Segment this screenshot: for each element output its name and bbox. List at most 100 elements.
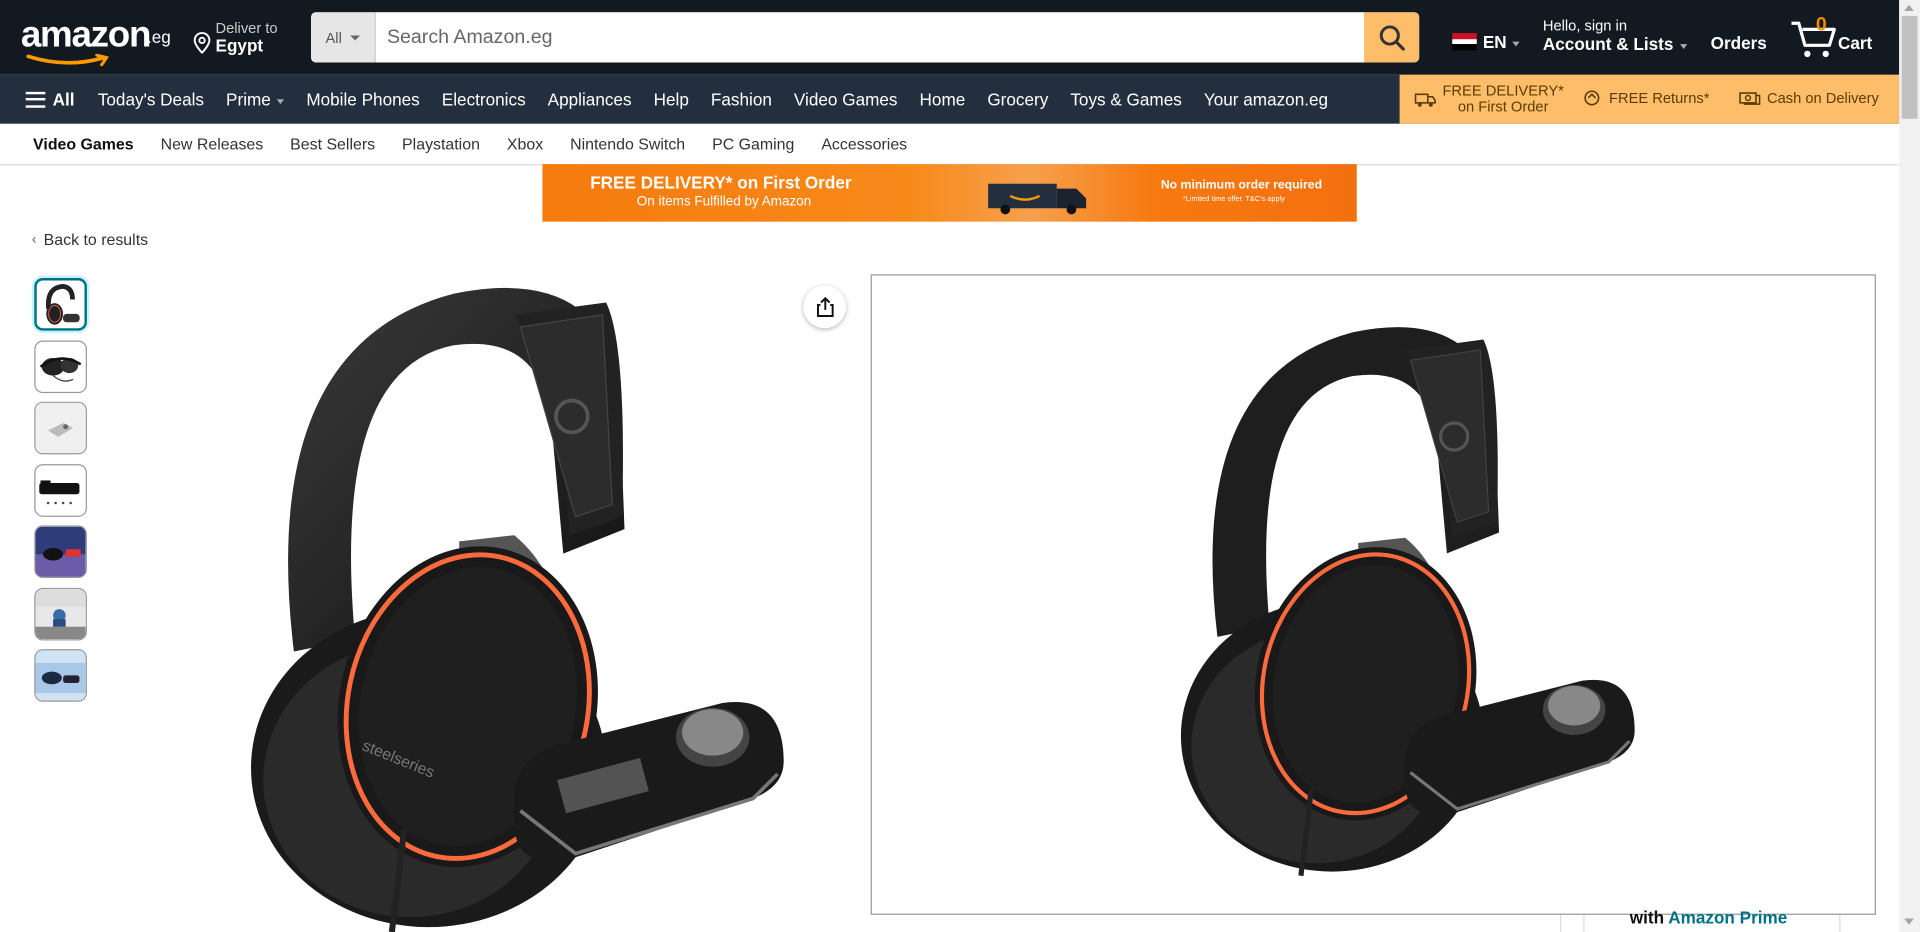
main-nav: All Today's Deals Prime Mobile Phones El…	[0, 74, 1900, 124]
nav-item-video-games[interactable]: Video Games	[783, 89, 909, 109]
subnav-video-games[interactable]: Video Games	[20, 135, 148, 153]
scrollbar-thumb[interactable]	[1901, 15, 1918, 119]
chevron-down-icon	[1679, 44, 1687, 49]
nav-item-help[interactable]: Help	[643, 89, 700, 109]
cart-count: 0	[1815, 14, 1827, 36]
banner-subtitle: On items Fulfilled by Amazon	[636, 194, 812, 210]
thumbnail-2[interactable]	[34, 339, 87, 393]
subnav-playstation[interactable]: Playstation	[389, 135, 494, 153]
chevron-down-icon	[1512, 41, 1521, 47]
all-menu-button[interactable]: All	[23, 89, 87, 109]
amazon-logo[interactable]: amazon .eg	[20, 14, 173, 67]
deliver-label: Deliver to	[215, 19, 278, 37]
nav-item-toys-games[interactable]: Toys & Games	[1059, 89, 1193, 109]
subnav-pc-gaming[interactable]: PC Gaming	[699, 135, 808, 153]
language-selector[interactable]: EN	[1452, 31, 1521, 52]
nav-item-fashion[interactable]: Fashion	[700, 89, 783, 109]
promo-free-delivery[interactable]: FREE DELIVERY* on First Order	[1414, 83, 1564, 115]
thumbnail-1[interactable]	[34, 278, 87, 331]
dac-thumbnail	[39, 479, 80, 504]
account-lists[interactable]: Hello, sign in Account & Lists	[1543, 17, 1687, 54]
prime-offer[interactable]: with Amazon Prime	[1630, 908, 1788, 928]
product-zoom-image	[1180, 327, 1635, 877]
promo-strip[interactable]: FREE DELIVERY* on First Order FREE Retur…	[1399, 74, 1900, 124]
orders-link[interactable]: Orders	[1711, 33, 1767, 53]
subnav-accessories[interactable]: Accessories	[808, 135, 921, 153]
subnav-nintendo-switch[interactable]: Nintendo Switch	[557, 135, 699, 153]
chevron-down-icon	[350, 34, 361, 40]
cart-button[interactable]: 0 Cart	[1790, 15, 1878, 62]
lifestyle-thumbnail	[35, 526, 86, 577]
search-category-label: All	[325, 28, 342, 46]
lifestyle-thumbnail	[35, 588, 86, 639]
page-scrollbar[interactable]	[1899, 0, 1920, 932]
returns-icon	[1584, 90, 1600, 106]
search-category-dropdown[interactable]: All	[311, 12, 376, 63]
banner-right-title: No minimum order required	[1160, 178, 1323, 193]
banner-terms: *Limited time offer. T&C's apply	[1182, 195, 1285, 204]
location-pin-icon	[193, 32, 211, 54]
dac-thumbnail	[35, 402, 86, 454]
nav-item-todays-deals[interactable]: Today's Deals	[87, 89, 215, 109]
nav-item-label: Fashion	[710, 89, 772, 109]
amazon-prime-link[interactable]: Amazon Prime	[1668, 908, 1787, 928]
nav-item-label: Mobile Phones	[306, 89, 420, 109]
scroll-down-arrow-icon[interactable]	[1904, 918, 1914, 925]
thumbnail-3[interactable]	[34, 401, 87, 455]
promo-cash-on-delivery-label: Cash on Delivery	[1766, 89, 1879, 107]
nav-item-mobile-phones[interactable]: Mobile Phones	[295, 89, 430, 109]
all-menu-label: All	[52, 89, 75, 109]
promo-free-returns[interactable]: FREE Returns*	[1581, 89, 1709, 107]
back-to-results-link[interactable]: ‹ Back to results	[32, 230, 148, 248]
headset-thumbnail	[45, 284, 80, 325]
thumbnail-7[interactable]	[34, 649, 87, 702]
nav-item-label: Grocery	[987, 89, 1049, 109]
search-bar: All	[311, 12, 1420, 63]
subnav-best-sellers[interactable]: Best Sellers	[277, 135, 389, 153]
subnav-new-releases[interactable]: New Releases	[147, 135, 277, 153]
thumbnail-list	[34, 278, 87, 711]
free-delivery-banner[interactable]: FREE DELIVERY* on First Order On items F…	[542, 164, 1357, 222]
banner-title: FREE DELIVERY* on First Order	[590, 172, 852, 193]
logo-text: amazon	[20, 14, 152, 56]
account-greeting: Hello, sign in	[1542, 17, 1627, 35]
nav-item-label: Help	[653, 89, 689, 109]
nav-item-grocery[interactable]: Grocery	[976, 89, 1059, 109]
nav-item-appliances[interactable]: Appliances	[537, 89, 643, 109]
delivery-truck-icon	[1414, 93, 1436, 107]
lifestyle-thumbnail	[35, 650, 86, 701]
nav-item-label: Today's Deals	[97, 89, 205, 109]
chevron-left-icon: ‹	[31, 232, 37, 247]
nav-item-label: Your amazon.eg	[1203, 89, 1329, 109]
search-button[interactable]	[1364, 12, 1420, 63]
nav-item-your-amazon[interactable]: Your amazon.eg	[1193, 89, 1339, 109]
logo-suffix: .eg	[146, 26, 171, 47]
subnav-xbox[interactable]: Xbox	[493, 135, 556, 153]
egypt-flag-icon	[1452, 33, 1477, 51]
thumbnail-6[interactable]	[34, 587, 87, 640]
search-icon	[1379, 24, 1405, 50]
back-to-results-label: Back to results	[43, 230, 149, 249]
scroll-up-arrow-icon[interactable]	[1904, 4, 1914, 12]
thumbnail-5[interactable]	[34, 525, 87, 579]
share-button[interactable]	[803, 285, 847, 329]
nav-item-label: Video Games	[793, 89, 898, 109]
nav-item-prime[interactable]: Prime	[215, 89, 295, 109]
nav-item-label: Appliances	[547, 89, 632, 109]
promo-free-delivery-subtitle: on First Order	[1457, 97, 1549, 116]
headset-thumbnail	[39, 356, 82, 382]
prime-with-label: with	[1629, 907, 1665, 928]
nav-item-home[interactable]: Home	[909, 89, 977, 109]
language-label: EN	[1482, 31, 1507, 52]
thumbnail-4[interactable]	[34, 463, 87, 517]
nav-item-label: Electronics	[441, 89, 526, 109]
promo-cash-on-delivery[interactable]: Cash on Delivery	[1739, 89, 1879, 107]
share-icon	[816, 296, 834, 317]
smile-icon	[26, 53, 110, 67]
account-lists-label: Account & Lists	[1543, 34, 1687, 54]
product-main-image[interactable]: steelseries	[147, 272, 808, 932]
search-input[interactable]	[375, 12, 1365, 63]
cash-icon	[1739, 92, 1761, 105]
deliver-country: Egypt	[215, 35, 264, 56]
nav-item-electronics[interactable]: Electronics	[431, 89, 537, 109]
